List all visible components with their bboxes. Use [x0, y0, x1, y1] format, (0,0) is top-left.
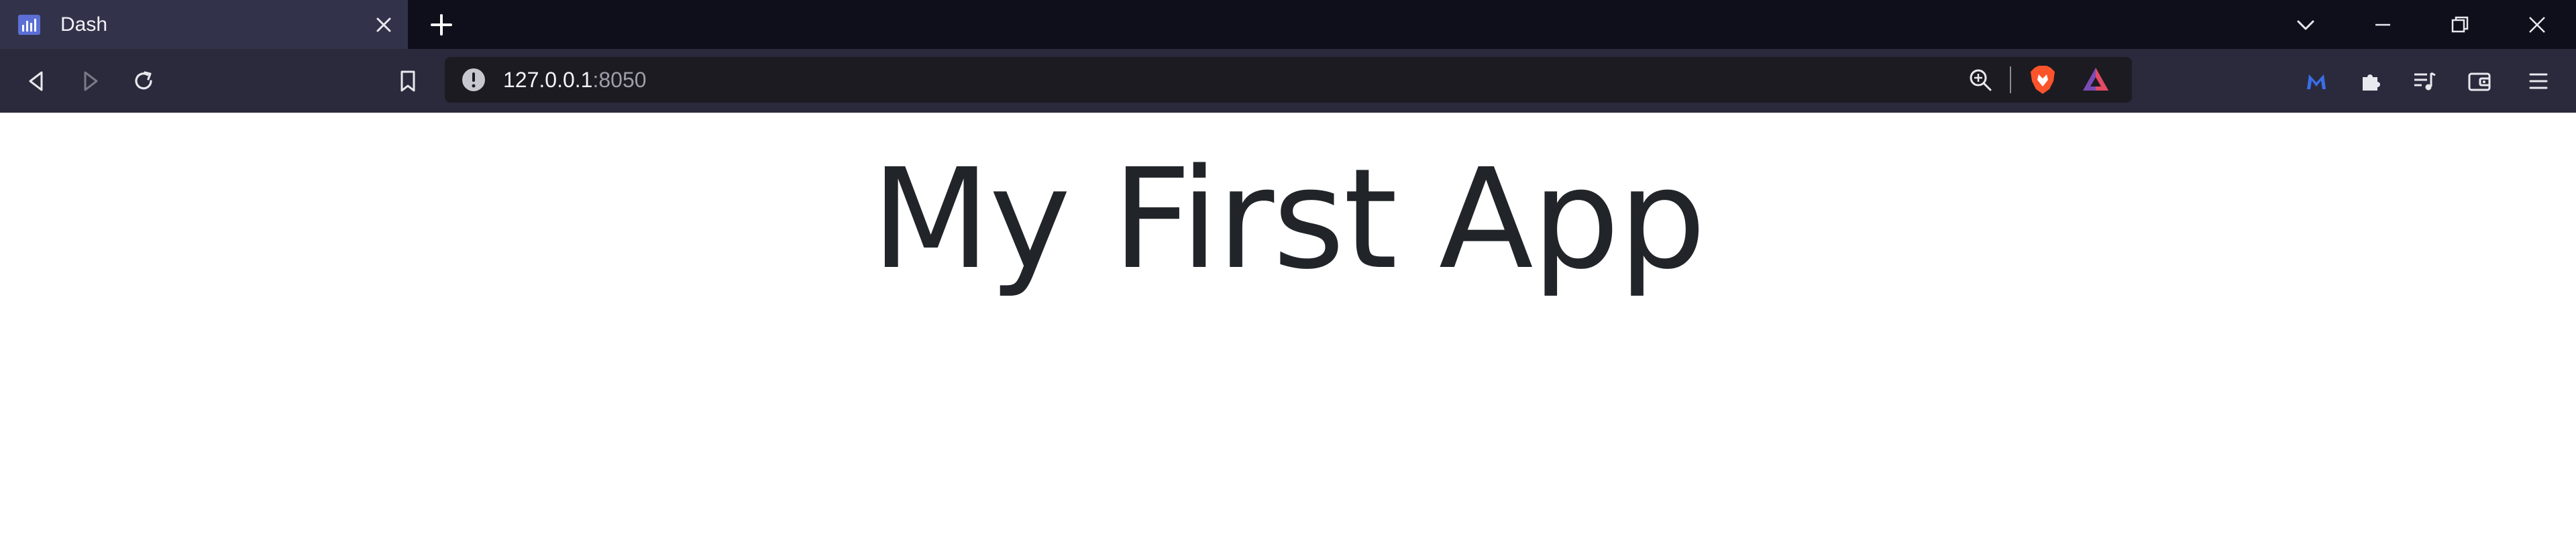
info-icon[interactable]: [461, 67, 486, 93]
address-bar-divider: [2010, 66, 2011, 93]
brave-shield-icon[interactable]: [2029, 65, 2056, 95]
forward-icon[interactable]: [78, 69, 103, 93]
puzzle-icon[interactable]: [2359, 69, 2383, 93]
tab-dash[interactable]: Dash: [0, 0, 408, 49]
chevron-down-icon[interactable]: [2294, 13, 2317, 36]
page-title: My First App: [871, 139, 1707, 300]
hamburger-icon[interactable]: [2526, 69, 2551, 93]
malwarebytes-icon[interactable]: [2304, 69, 2328, 93]
url-text[interactable]: 127.0.0.1:8050: [503, 57, 647, 103]
url-host: 127.0.0.1: [503, 68, 593, 92]
address-bar[interactable]: 127.0.0.1:8050: [445, 57, 2132, 103]
zoom-in-icon[interactable]: [1968, 67, 1993, 93]
plus-icon[interactable]: [429, 13, 453, 37]
wallet-icon[interactable]: [2467, 69, 2491, 93]
tab-title: Dash: [60, 13, 108, 36]
restore-icon[interactable]: [2449, 13, 2471, 36]
dash-chart-icon: [18, 15, 40, 35]
brave-rewards-icon[interactable]: [2082, 66, 2110, 93]
back-icon[interactable]: [24, 69, 48, 93]
close-icon[interactable]: [2526, 13, 2548, 36]
tab-strip: Dash: [0, 0, 2576, 49]
close-icon[interactable]: [374, 15, 394, 35]
navigation-toolbar: 127.0.0.1:8050: [0, 49, 2576, 113]
reload-icon[interactable]: [131, 69, 156, 93]
bookmark-icon[interactable]: [396, 69, 420, 93]
minimize-icon[interactable]: [2371, 13, 2394, 36]
browser-window: Dash 127.0.0.1:8050 My First App: [0, 0, 2576, 556]
playlist-icon[interactable]: [2412, 69, 2436, 93]
url-port: :8050: [592, 68, 647, 92]
page-content: My First App: [0, 113, 2576, 556]
